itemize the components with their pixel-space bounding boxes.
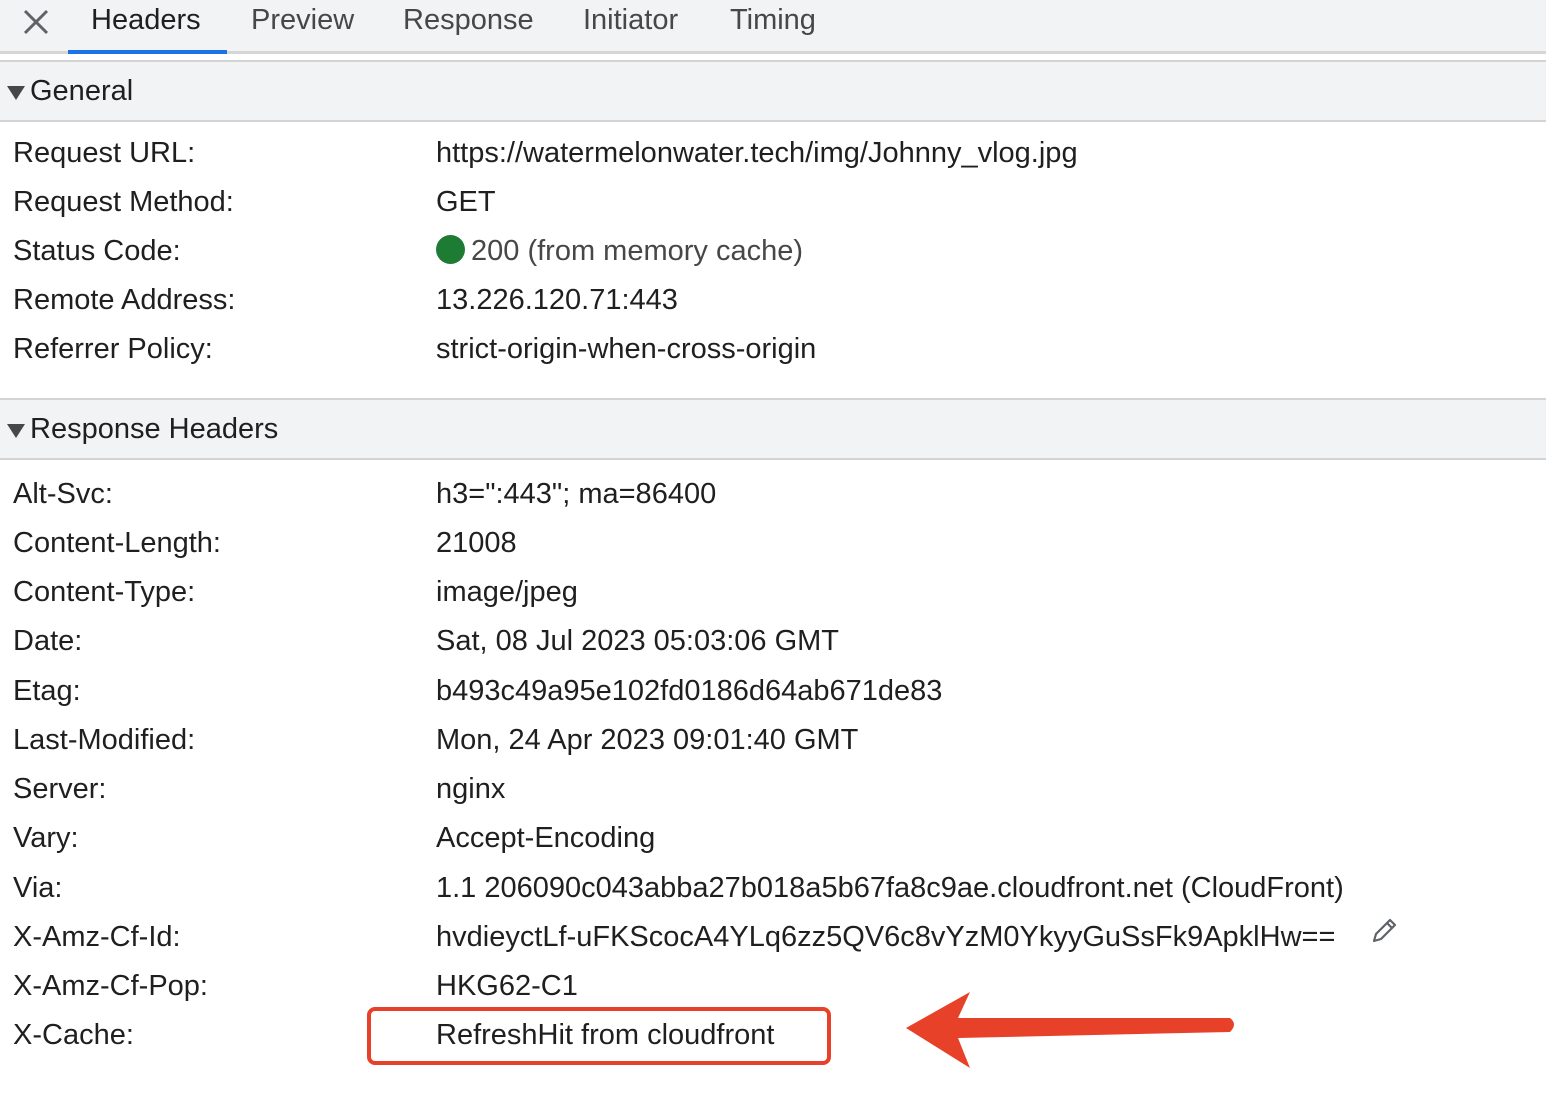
active-tab-indicator	[68, 50, 227, 54]
general-section-header[interactable]: General	[0, 60, 1546, 122]
response-row-server: Server: nginx	[0, 773, 1546, 822]
header-key: Alt-Svc:	[13, 478, 113, 510]
tab-timing[interactable]: Timing	[730, 4, 816, 37]
header-key: Content-Length:	[13, 527, 221, 559]
general-row-remote-address: Remote Address: 13.226.120.71:443	[0, 284, 1546, 333]
status-value: 200 (from memory cache)	[436, 235, 803, 268]
header-value: nginx	[436, 773, 506, 805]
header-value: 21008	[436, 527, 517, 559]
response-row-last-modified: Last-Modified: Mon, 24 Apr 2023 09:01:40…	[0, 724, 1546, 773]
general-section-title: General	[30, 75, 134, 107]
header-value: Mon, 24 Apr 2023 09:01:40 GMT	[436, 724, 859, 756]
header-value: 1.1 206090c043abba27b018a5b67fa8c9ae.clo…	[436, 872, 1344, 904]
tab-preview[interactable]: Preview	[251, 4, 354, 37]
header-key: Via:	[13, 872, 63, 904]
header-key: Request URL:	[13, 137, 196, 169]
general-row-status-code: Status Code: 200 (from memory cache)	[0, 235, 1546, 284]
header-key: X-Amz-Cf-Id:	[13, 921, 181, 953]
tab-headers[interactable]: Headers	[91, 4, 201, 37]
header-key: Last-Modified:	[13, 724, 196, 756]
header-key: Vary:	[13, 822, 79, 854]
header-key: Etag:	[13, 675, 81, 707]
tab-response[interactable]: Response	[403, 4, 534, 37]
header-key: X-Amz-Cf-Pop:	[13, 970, 208, 1002]
header-key: Remote Address:	[13, 284, 236, 316]
tab-initiator[interactable]: Initiator	[583, 4, 678, 37]
response-row-content-length: Content-Length: 21008	[0, 527, 1546, 576]
header-value: b493c49a95e102fd0186d64ab671de83	[436, 675, 943, 707]
header-value: Accept-Encoding	[436, 822, 656, 854]
triangle-down-icon	[7, 424, 25, 438]
header-key: Request Method:	[13, 186, 234, 218]
header-key: Status Code:	[13, 235, 181, 267]
red-arrow-icon	[906, 992, 1234, 1068]
pencil-icon[interactable]	[1368, 915, 1400, 947]
header-value: 13.226.120.71:443	[436, 284, 678, 316]
response-row-vary: Vary: Accept-Encoding	[0, 822, 1546, 871]
general-row-referrer-policy: Referrer Policy: strict-origin-when-cros…	[0, 333, 1546, 382]
close-icon[interactable]	[20, 6, 52, 38]
response-headers-section-header[interactable]: Response Headers	[0, 398, 1546, 460]
header-key: Content-Type:	[13, 576, 196, 608]
header-key: X-Cache:	[13, 1019, 134, 1051]
header-key: Referrer Policy:	[13, 333, 213, 365]
response-row-alt-svc: Alt-Svc: h3=":443"; ma=86400	[0, 478, 1546, 527]
response-row-etag: Etag: b493c49a95e102fd0186d64ab671de83	[0, 675, 1546, 724]
response-row-content-type: Content-Type: image/jpeg	[0, 576, 1546, 625]
status-text: 200 (from memory cache)	[471, 235, 803, 267]
header-value: HKG62-C1	[436, 970, 578, 1002]
header-value: GET	[436, 186, 496, 218]
triangle-down-icon	[7, 86, 25, 100]
status-dot-icon	[436, 235, 465, 264]
response-headers-section-title: Response Headers	[30, 413, 279, 445]
header-value: https://watermelonwater.tech/img/Johnny_…	[436, 137, 1078, 169]
header-key: Server:	[13, 773, 107, 805]
header-value: image/jpeg	[436, 576, 578, 608]
header-key: Date:	[13, 625, 83, 657]
header-value: hvdieyctLf-uFKScocA4YLq6zz5QV6c8vYzM0Yky…	[436, 921, 1336, 953]
response-row-via: Via: 1.1 206090c043abba27b018a5b67fa8c9a…	[0, 872, 1546, 921]
header-value: Sat, 08 Jul 2023 05:03:06 GMT	[436, 625, 840, 657]
header-value: strict-origin-when-cross-origin	[436, 333, 817, 365]
general-row-request-method: Request Method: GET	[0, 186, 1546, 235]
response-row-x-amz-cf-id: X-Amz-Cf-Id: hvdieyctLf-uFKScocA4YLq6zz5…	[0, 918, 1546, 970]
annotation-highlight-box	[367, 1007, 831, 1065]
tab-bar: Headers Preview Response Initiator Timin…	[0, 0, 1546, 54]
response-row-date: Date: Sat, 08 Jul 2023 05:03:06 GMT	[0, 625, 1546, 674]
general-row-request-url: Request URL: https://watermelonwater.tec…	[0, 137, 1546, 186]
header-value: h3=":443"; ma=86400	[436, 478, 717, 510]
